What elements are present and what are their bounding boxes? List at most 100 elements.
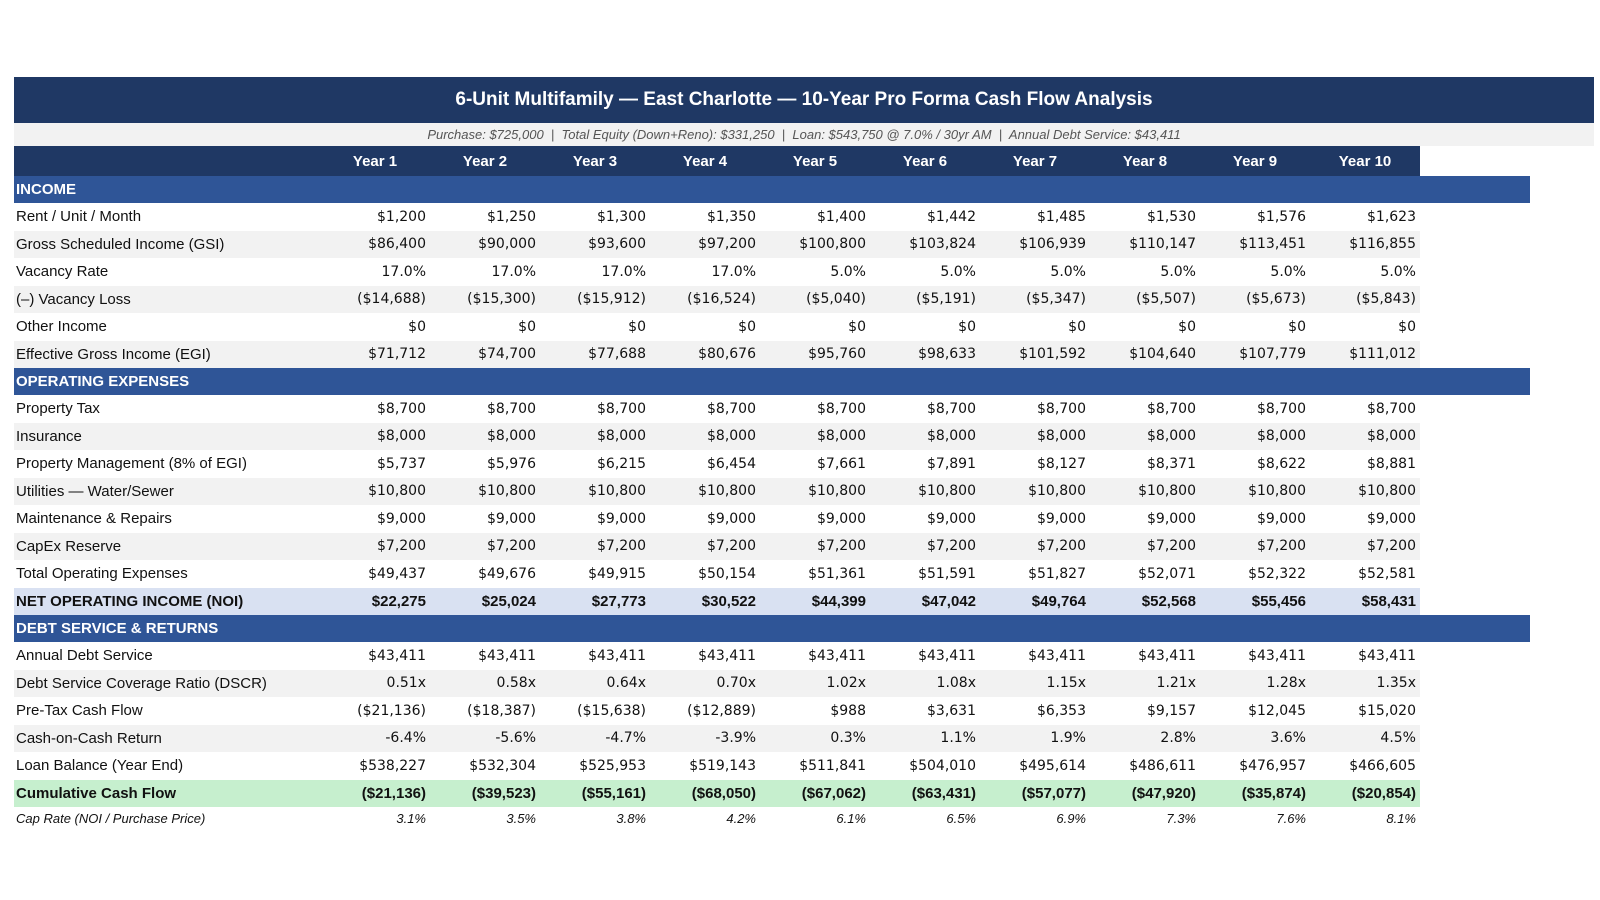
value-cell[interactable]: $49,764	[980, 587, 1090, 615]
value-cell[interactable]: $495,614	[980, 752, 1090, 780]
value-cell[interactable]: ($5,191)	[870, 285, 980, 313]
value-cell[interactable]: 17.0%	[320, 258, 430, 286]
value-cell[interactable]: ($67,062)	[760, 779, 870, 807]
value-cell[interactable]: 6.5%	[870, 807, 980, 829]
value-cell[interactable]: $7,200	[430, 532, 540, 560]
row-label[interactable]: Cap Rate (NOI / Purchase Price)	[14, 807, 320, 829]
value-cell[interactable]: $97,200	[650, 230, 760, 258]
row-label[interactable]: Debt Service Coverage Ratio (DSCR)	[14, 669, 320, 697]
value-cell[interactable]: $1,623	[1310, 203, 1420, 231]
row-label[interactable]: CapEx Reserve	[14, 532, 320, 560]
value-cell[interactable]: 5.0%	[1090, 258, 1200, 286]
row-label[interactable]: Loan Balance (Year End)	[14, 752, 320, 780]
value-cell[interactable]: $0	[1090, 313, 1200, 341]
value-cell[interactable]: 0.3%	[760, 724, 870, 752]
value-cell[interactable]: $43,411	[650, 642, 760, 670]
value-cell[interactable]: ($15,300)	[430, 285, 540, 313]
value-cell[interactable]: ($14,688)	[320, 285, 430, 313]
value-cell[interactable]: ($47,920)	[1090, 779, 1200, 807]
value-cell[interactable]: $10,800	[1090, 477, 1200, 505]
year-header[interactable]: Year 1	[320, 146, 430, 176]
value-cell[interactable]: $25,024	[430, 587, 540, 615]
value-cell[interactable]: 8.1%	[1310, 807, 1420, 829]
value-cell[interactable]: 2.8%	[1090, 724, 1200, 752]
value-cell[interactable]: ($16,524)	[650, 285, 760, 313]
value-cell[interactable]: $103,824	[870, 230, 980, 258]
value-cell[interactable]: ($15,638)	[540, 697, 650, 725]
value-cell[interactable]: $6,353	[980, 697, 1090, 725]
row-label[interactable]: Property Tax	[14, 395, 320, 423]
value-cell[interactable]: $538,227	[320, 752, 430, 780]
value-cell[interactable]: 0.51x	[320, 669, 430, 697]
value-cell[interactable]: $51,361	[760, 560, 870, 588]
value-cell[interactable]: 4.2%	[650, 807, 760, 829]
value-cell[interactable]: $5,976	[430, 450, 540, 478]
value-cell[interactable]: $1,442	[870, 203, 980, 231]
value-cell[interactable]: $7,200	[1090, 532, 1200, 560]
value-cell[interactable]: ($5,040)	[760, 285, 870, 313]
value-cell[interactable]: -6.4%	[320, 724, 430, 752]
value-cell[interactable]: $9,000	[540, 505, 650, 533]
value-cell[interactable]: $1,400	[760, 203, 870, 231]
value-cell[interactable]: 6.1%	[760, 807, 870, 829]
value-cell[interactable]: $0	[650, 313, 760, 341]
value-cell[interactable]: ($12,889)	[650, 697, 760, 725]
value-cell[interactable]: 0.64x	[540, 669, 650, 697]
value-cell[interactable]: 17.0%	[430, 258, 540, 286]
value-cell[interactable]: $80,676	[650, 340, 760, 368]
row-label[interactable]: Gross Scheduled Income (GSI)	[14, 230, 320, 258]
value-cell[interactable]: $1,576	[1200, 203, 1310, 231]
value-cell[interactable]: 7.3%	[1090, 807, 1200, 829]
value-cell[interactable]: $8,000	[1310, 422, 1420, 450]
row-label[interactable]: Total Operating Expenses	[14, 560, 320, 588]
year-header[interactable]: Year 2	[430, 146, 540, 176]
value-cell[interactable]: $43,411	[430, 642, 540, 670]
value-cell[interactable]: ($5,347)	[980, 285, 1090, 313]
row-label[interactable]: Annual Debt Service	[14, 642, 320, 670]
value-cell[interactable]: $10,800	[1310, 477, 1420, 505]
value-cell[interactable]: $8,000	[1090, 422, 1200, 450]
value-cell[interactable]: ($39,523)	[430, 779, 540, 807]
value-cell[interactable]: $8,700	[320, 395, 430, 423]
value-cell[interactable]: $8,700	[1200, 395, 1310, 423]
value-cell[interactable]: $1,485	[980, 203, 1090, 231]
value-cell[interactable]: $15,020	[1310, 697, 1420, 725]
value-cell[interactable]: $504,010	[870, 752, 980, 780]
value-cell[interactable]: $43,411	[320, 642, 430, 670]
value-cell[interactable]: -4.7%	[540, 724, 650, 752]
value-cell[interactable]: $0	[870, 313, 980, 341]
value-cell[interactable]: $8,622	[1200, 450, 1310, 478]
value-cell[interactable]: $8,000	[1200, 422, 1310, 450]
value-cell[interactable]: $10,800	[540, 477, 650, 505]
value-cell[interactable]: $22,275	[320, 587, 430, 615]
value-cell[interactable]: 1.1%	[870, 724, 980, 752]
value-cell[interactable]: $51,591	[870, 560, 980, 588]
value-cell[interactable]: $511,841	[760, 752, 870, 780]
row-label[interactable]: Insurance	[14, 422, 320, 450]
value-cell[interactable]: ($57,077)	[980, 779, 1090, 807]
value-cell[interactable]: $8,000	[980, 422, 1090, 450]
value-cell[interactable]: $8,127	[980, 450, 1090, 478]
value-cell[interactable]: $10,800	[430, 477, 540, 505]
value-cell[interactable]: ($20,854)	[1310, 779, 1420, 807]
value-cell[interactable]: 1.35x	[1310, 669, 1420, 697]
value-cell[interactable]: $1,300	[540, 203, 650, 231]
year-header[interactable]: Year 7	[980, 146, 1090, 176]
value-cell[interactable]: $50,154	[650, 560, 760, 588]
value-cell[interactable]: -3.9%	[650, 724, 760, 752]
value-cell[interactable]: $86,400	[320, 230, 430, 258]
year-header[interactable]: Year 6	[870, 146, 980, 176]
value-cell[interactable]: $10,800	[1200, 477, 1310, 505]
value-cell[interactable]: $9,000	[1200, 505, 1310, 533]
value-cell[interactable]: $466,605	[1310, 752, 1420, 780]
value-cell[interactable]: $30,522	[650, 587, 760, 615]
value-cell[interactable]: ($5,843)	[1310, 285, 1420, 313]
value-cell[interactable]: 3.5%	[430, 807, 540, 829]
value-cell[interactable]: $93,600	[540, 230, 650, 258]
value-cell[interactable]: $43,411	[1090, 642, 1200, 670]
value-cell[interactable]: $43,411	[980, 642, 1090, 670]
value-cell[interactable]: $52,071	[1090, 560, 1200, 588]
value-cell[interactable]: $8,000	[320, 422, 430, 450]
value-cell[interactable]: $0	[540, 313, 650, 341]
value-cell[interactable]: $100,800	[760, 230, 870, 258]
